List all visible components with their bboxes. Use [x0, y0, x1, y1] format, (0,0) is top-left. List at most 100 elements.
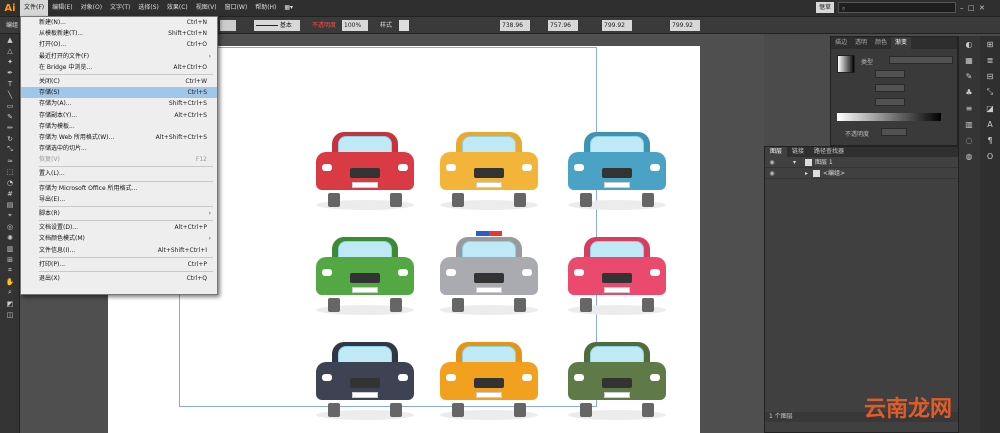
pen-tool-icon[interactable]: ✒: [0, 67, 20, 78]
menu-help[interactable]: 帮助(H): [251, 0, 280, 16]
expand-arrow-icon[interactable]: ▾: [793, 157, 796, 168]
opacity-input[interactable]: 100%: [342, 20, 368, 31]
shape-builder-tool-icon[interactable]: ◔: [0, 177, 20, 188]
eye-icon[interactable]: ◉: [768, 157, 776, 168]
x-input[interactable]: 738.96 p: [500, 20, 530, 40]
zoom-tool-icon[interactable]: ⌕: [0, 287, 20, 298]
gradient-tool-icon[interactable]: ▤: [0, 199, 20, 210]
graph-tool-icon[interactable]: ▥: [0, 243, 20, 254]
menu-file[interactable]: 文件(F): [20, 0, 49, 16]
gradient-swatch[interactable]: [837, 55, 855, 73]
symbol-sprayer-tool-icon[interactable]: ✺: [0, 232, 20, 243]
fill-swatch[interactable]: [220, 20, 236, 31]
hand-tool-icon[interactable]: ✋: [0, 276, 20, 287]
file-menu-item[interactable]: 关闭(C) Ctrl+W: [21, 76, 217, 87]
file-menu-item[interactable]: 存储副本(Y)... Alt+Ctrl+S: [21, 110, 217, 121]
blend-tool-icon[interactable]: ◎: [0, 221, 20, 232]
car-illustration[interactable]: [434, 340, 544, 420]
menu-window[interactable]: 窗口(W): [221, 0, 252, 16]
selection-tool-icon[interactable]: ▲: [0, 34, 20, 45]
pathfinder-panel-icon[interactable]: ◪: [980, 100, 1000, 116]
color-panel-icon[interactable]: ◐: [959, 36, 979, 52]
file-menu-item[interactable]: 文件信息(I)... Alt+Shift+Ctrl+I: [21, 245, 217, 256]
slice-tool-icon[interactable]: ⌗: [0, 265, 20, 276]
angle-field[interactable]: [875, 84, 905, 92]
file-menu-item[interactable]: 退出(X) Ctrl+Q: [21, 273, 217, 284]
character-panel-icon[interactable]: A: [980, 116, 1000, 132]
file-menu-item[interactable]: 存储为 Microsoft Office 所用格式...: [21, 183, 217, 194]
tab-transparency[interactable]: 透明: [851, 37, 871, 49]
car-illustration[interactable]: [434, 231, 544, 315]
y-input[interactable]: 757.96 p: [548, 20, 578, 40]
file-menu-item[interactable]: 存储为 Web 所用格式(W)... Alt+Shift+Ctrl+S: [21, 132, 217, 143]
file-menu-item[interactable]: 最近打开的文件(F) ›: [21, 51, 217, 62]
car-illustration[interactable]: [562, 130, 672, 210]
style-swatch[interactable]: [399, 20, 409, 31]
swatches-panel-icon[interactable]: ▦: [959, 52, 979, 68]
gradient-opacity-field[interactable]: [881, 128, 907, 136]
car-illustration[interactable]: [562, 340, 672, 420]
pencil-tool-icon[interactable]: ✏: [0, 122, 20, 133]
car-illustration[interactable]: [434, 130, 544, 210]
gradient-panel-icon[interactable]: ▥: [959, 116, 979, 132]
file-menu-item[interactable]: 存储为模板...: [21, 121, 217, 132]
opacity-label[interactable]: 不透明度: [312, 20, 336, 31]
car-illustration[interactable]: [310, 340, 420, 420]
file-menu-item[interactable]: 存储(S) Ctrl+S: [21, 87, 217, 99]
artboard-tool-icon[interactable]: ⊞: [0, 254, 20, 265]
tab-gradient[interactable]: 渐变: [891, 37, 912, 49]
layer-row[interactable]: ◉ ▾ 图层 1: [765, 157, 977, 168]
file-menu-item[interactable]: 脚本(R) ›: [21, 208, 217, 219]
menu-view[interactable]: 视图(V): [192, 0, 221, 16]
tab-links[interactable]: 链接: [787, 147, 809, 157]
tab-pathfinder[interactable]: 路径查找器: [809, 147, 849, 157]
drawing-mode-icon[interactable]: ◫: [0, 309, 20, 320]
height-input[interactable]: 799.92 p: [670, 20, 700, 40]
mesh-tool-icon[interactable]: #: [0, 188, 20, 199]
gradient-type-select[interactable]: [889, 56, 953, 64]
tab-color[interactable]: 颜色: [871, 37, 891, 49]
menu-select[interactable]: 选择(S): [134, 0, 163, 16]
file-menu-item[interactable]: 文档颜色模式(M) ›: [21, 233, 217, 244]
artboards-panel-icon[interactable]: ⊞: [980, 36, 1000, 52]
layer-name[interactable]: 图层 1: [815, 157, 833, 168]
warp-tool-icon[interactable]: ≈: [0, 155, 20, 166]
menu-edit[interactable]: 编辑(E): [48, 0, 76, 16]
appearance-panel-icon[interactable]: ◍: [959, 148, 979, 164]
car-illustration[interactable]: [562, 235, 672, 315]
layer-name[interactable]: <编组>: [823, 168, 845, 179]
file-menu-item[interactable]: 置入(L)...: [21, 168, 217, 179]
file-menu-item[interactable]: 从模板新建(T)... Shift+Ctrl+N: [21, 28, 217, 39]
menu-effect[interactable]: 效果(C): [163, 0, 192, 16]
search-input[interactable]: ⌕: [838, 2, 956, 13]
file-menu-item[interactable]: 存储选中的切片...: [21, 143, 217, 154]
type-tool-icon[interactable]: T: [0, 78, 20, 89]
gradient-slider[interactable]: [837, 113, 941, 121]
arrange-documents-button[interactable]: ▦▾: [280, 0, 297, 16]
car-illustration[interactable]: [310, 235, 420, 315]
expand-arrow-icon[interactable]: ▸: [805, 168, 808, 179]
file-menu-item[interactable]: 存储为(A)... Shift+Ctrl+S: [21, 98, 217, 109]
tab-layers[interactable]: 图层: [765, 147, 788, 157]
scale-tool-icon[interactable]: ⤡: [0, 144, 20, 155]
aspect-ratio-field[interactable]: [875, 98, 905, 106]
transparency-panel-icon[interactable]: ◌: [959, 132, 979, 148]
fill-stroke-icon[interactable]: ◩: [0, 298, 20, 309]
eye-icon[interactable]: ◉: [768, 168, 776, 179]
file-menu-item[interactable]: 打开(O)... Ctrl+O: [21, 39, 217, 50]
magic-wand-tool-icon[interactable]: ✦: [0, 56, 20, 67]
paragraph-panel-icon[interactable]: ¶: [980, 132, 1000, 148]
workspace-switcher[interactable]: 惬草: [815, 2, 834, 13]
stroke-panel-icon[interactable]: ≡: [959, 100, 979, 116]
symbols-panel-icon[interactable]: ♣: [959, 84, 979, 100]
file-menu-item[interactable]: 打印(P)... Ctrl+P: [21, 259, 217, 270]
align-panel-icon[interactable]: ⊟: [980, 68, 1000, 84]
menu-object[interactable]: 对象(O): [77, 0, 106, 16]
direct-selection-tool-icon[interactable]: △: [0, 45, 20, 56]
width-input[interactable]: 799.92 p: [602, 20, 632, 40]
file-menu-item[interactable]: 文档设置(D)... Alt+Ctrl+P: [21, 222, 217, 233]
rotate-tool-icon[interactable]: ↻: [0, 133, 20, 144]
free-transform-tool-icon[interactable]: ⬚: [0, 166, 20, 177]
line-tool-icon[interactable]: ╲: [0, 89, 20, 100]
layers-panel-icon[interactable]: ≣: [980, 52, 1000, 68]
